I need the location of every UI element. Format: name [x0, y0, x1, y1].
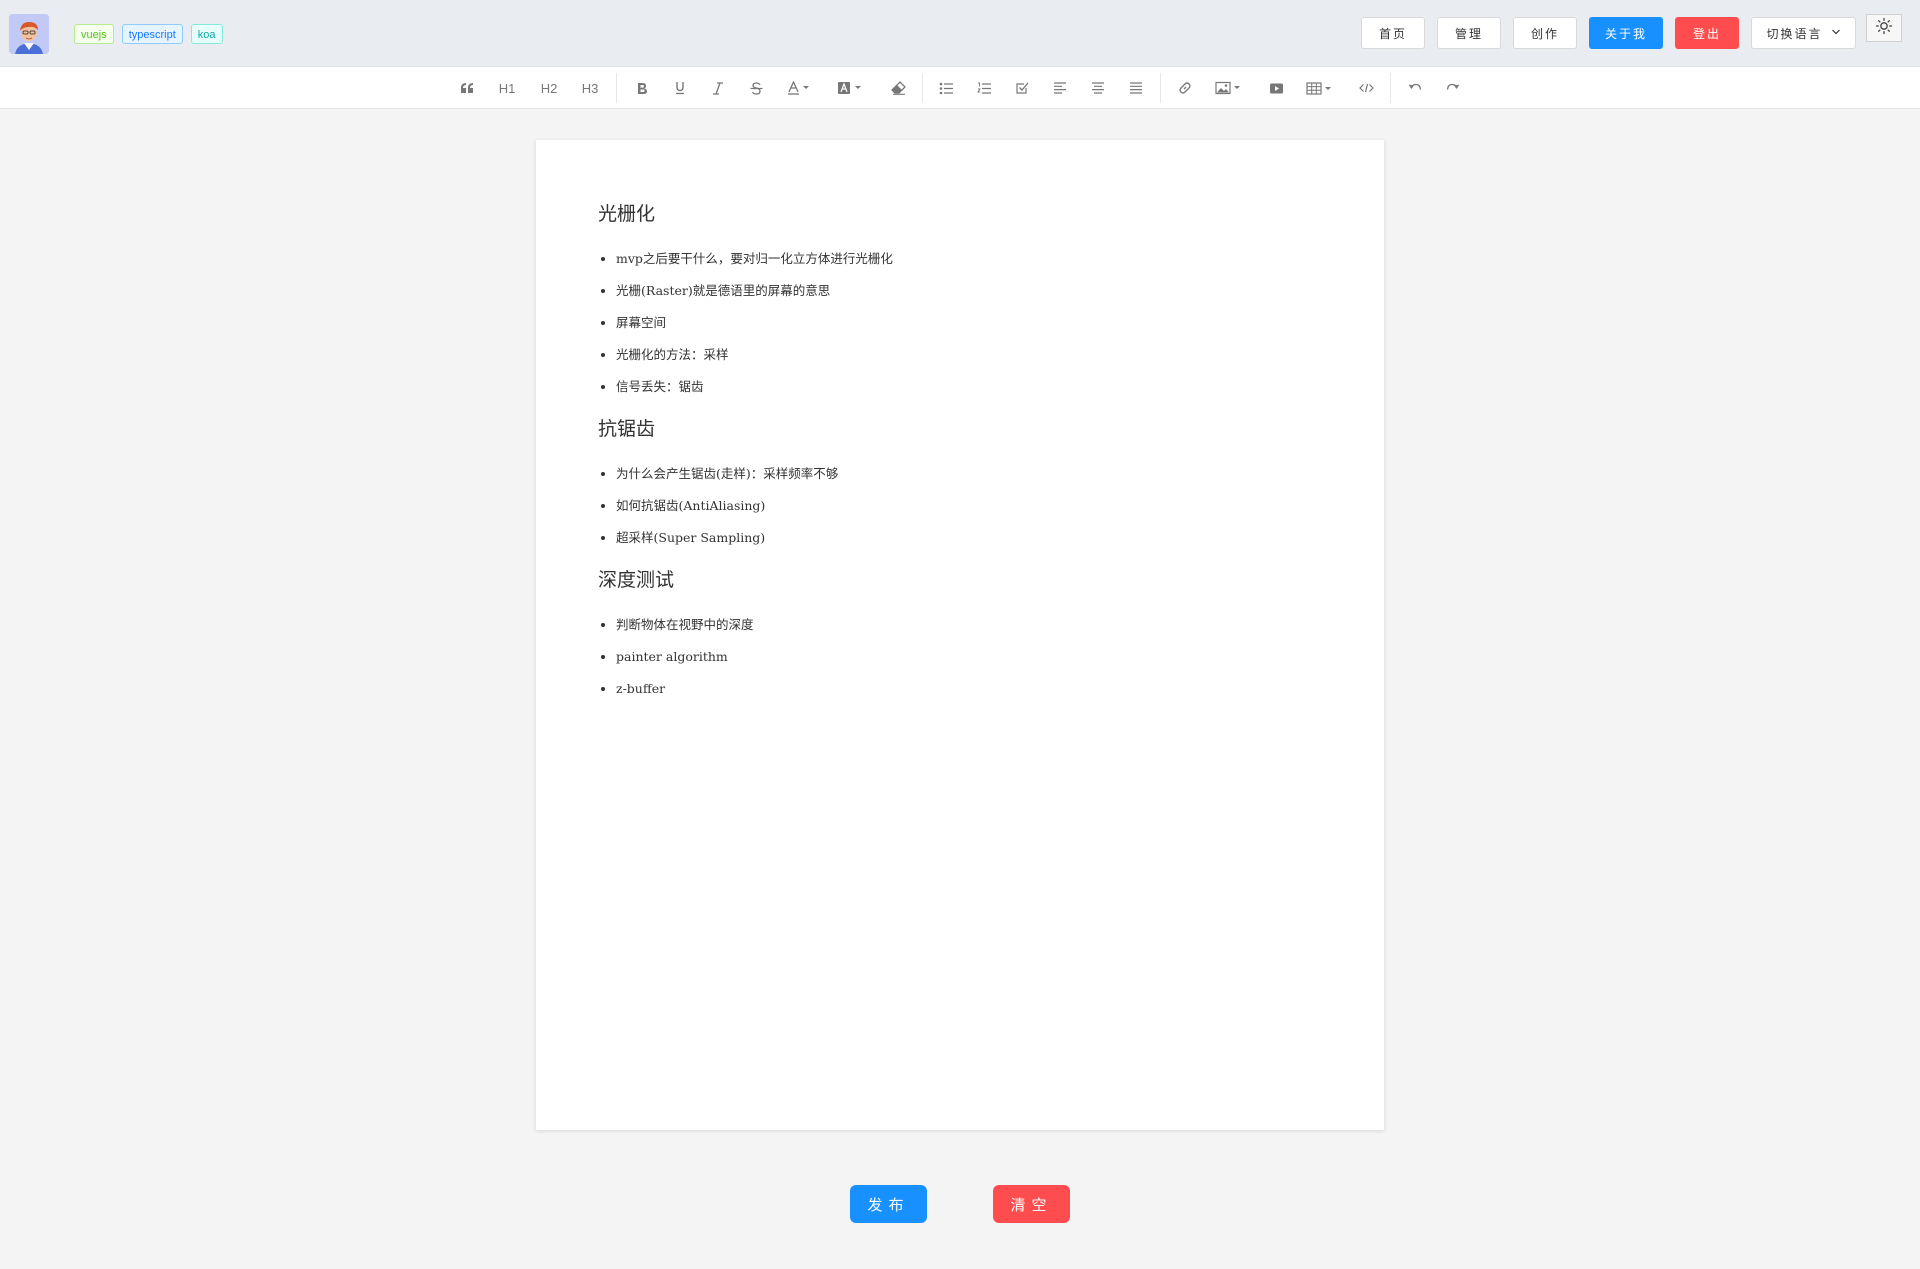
- list-item: 光栅化的方法：采样: [616, 339, 1318, 371]
- tag-vuejs[interactable]: vuejs: [74, 24, 114, 44]
- toolbar-divider: [922, 73, 923, 103]
- toolbar-divider: [1390, 73, 1391, 103]
- bullet-list: 为什么会产生锯齿(走样)：采样频率不够 如何抗锯齿(AntiAliasing) …: [598, 458, 1318, 554]
- bullet-list: mvp之后要干什么，要对归一化立方体进行光栅化 光栅(Raster)就是德语里的…: [598, 243, 1318, 403]
- nav-about-button[interactable]: 关于我: [1589, 17, 1663, 49]
- section-heading: 深度测试: [598, 569, 675, 591]
- language-dropdown[interactable]: 切换语言: [1751, 17, 1856, 49]
- numbered-list-icon[interactable]: [973, 67, 995, 109]
- tag-typescript[interactable]: typescript: [121, 24, 183, 44]
- bulleted-list-icon[interactable]: [935, 67, 957, 109]
- background-color-icon[interactable]: [833, 67, 869, 109]
- tag-list: vuejs typescript koa: [74, 24, 223, 44]
- nav-manage-button[interactable]: 管理: [1437, 17, 1501, 49]
- list-item: 超采样(Super Sampling): [616, 522, 1318, 554]
- list-item: z-buffer: [616, 673, 1318, 705]
- chevron-down-icon: [1831, 27, 1841, 40]
- heading-2-button[interactable]: H2: [536, 67, 562, 109]
- code-icon[interactable]: [1355, 67, 1377, 109]
- underline-icon[interactable]: [669, 67, 691, 109]
- blockquote-icon[interactable]: [456, 67, 478, 109]
- list-item: 光栅(Raster)就是德语里的屏幕的意思: [616, 275, 1318, 307]
- sun-icon: [1875, 17, 1893, 39]
- tag-koa[interactable]: koa: [190, 24, 223, 44]
- list-item: 信号丢失：锯齿: [616, 371, 1318, 403]
- editor-document[interactable]: 光栅化 mvp之后要干什么，要对归一化立方体进行光栅化 光栅(Raster)就是…: [536, 140, 1384, 1130]
- redo-icon[interactable]: [1442, 67, 1464, 109]
- list-item: mvp之后要干什么，要对归一化立方体进行光栅化: [616, 243, 1318, 275]
- editor-toolbar: H1 H2 H3: [0, 67, 1920, 109]
- strikethrough-icon[interactable]: [745, 67, 767, 109]
- bold-icon[interactable]: [631, 67, 653, 109]
- align-justify-icon[interactable]: [1125, 67, 1147, 109]
- insert-video-icon[interactable]: [1264, 67, 1288, 109]
- publish-button[interactable]: 发布: [850, 1185, 927, 1223]
- toolbar-divider: [616, 73, 617, 103]
- heading-1-button[interactable]: H1: [494, 67, 520, 109]
- section-heading: 抗锯齿: [598, 418, 656, 440]
- language-dropdown-label: 切换语言: [1766, 26, 1823, 41]
- list-item: 为什么会产生锯齿(走样)：采样频率不够: [616, 458, 1318, 490]
- font-color-icon[interactable]: [783, 67, 817, 109]
- nav-home-button[interactable]: 首页: [1361, 17, 1425, 49]
- avatar[interactable]: [9, 14, 49, 54]
- section-heading: 光栅化: [598, 203, 656, 225]
- clear-format-eraser-icon[interactable]: [886, 67, 910, 109]
- heading-3-button[interactable]: H3: [577, 67, 603, 109]
- align-center-icon[interactable]: [1087, 67, 1109, 109]
- toolbar-divider: [1160, 73, 1161, 103]
- link-icon[interactable]: [1174, 67, 1196, 109]
- list-item: 屏幕空间: [616, 307, 1318, 339]
- italic-icon[interactable]: [707, 67, 729, 109]
- checklist-icon[interactable]: [1011, 67, 1033, 109]
- list-item: painter algorithm: [616, 641, 1318, 673]
- insert-image-icon[interactable]: [1212, 67, 1246, 109]
- clear-button[interactable]: 清空: [993, 1185, 1070, 1223]
- editor-content[interactable]: 光栅化 mvp之后要干什么，要对归一化立方体进行光栅化 光栅(Raster)就是…: [598, 200, 1318, 705]
- undo-icon[interactable]: [1403, 67, 1425, 109]
- top-header: vuejs typescript koa 首页 管理 创作 关于我 登出 切换语…: [0, 0, 1920, 67]
- list-item: 判断物体在视野中的深度: [616, 609, 1318, 641]
- list-item: 如何抗锯齿(AntiAliasing): [616, 490, 1318, 522]
- theme-toggle-button[interactable]: [1866, 14, 1902, 42]
- insert-table-icon[interactable]: [1304, 67, 1336, 109]
- bullet-list: 判断物体在视野中的深度 painter algorithm z-buffer: [598, 609, 1318, 705]
- logout-button[interactable]: 登出: [1675, 17, 1739, 49]
- align-left-icon[interactable]: [1049, 67, 1071, 109]
- nav-create-button[interactable]: 创作: [1513, 17, 1577, 49]
